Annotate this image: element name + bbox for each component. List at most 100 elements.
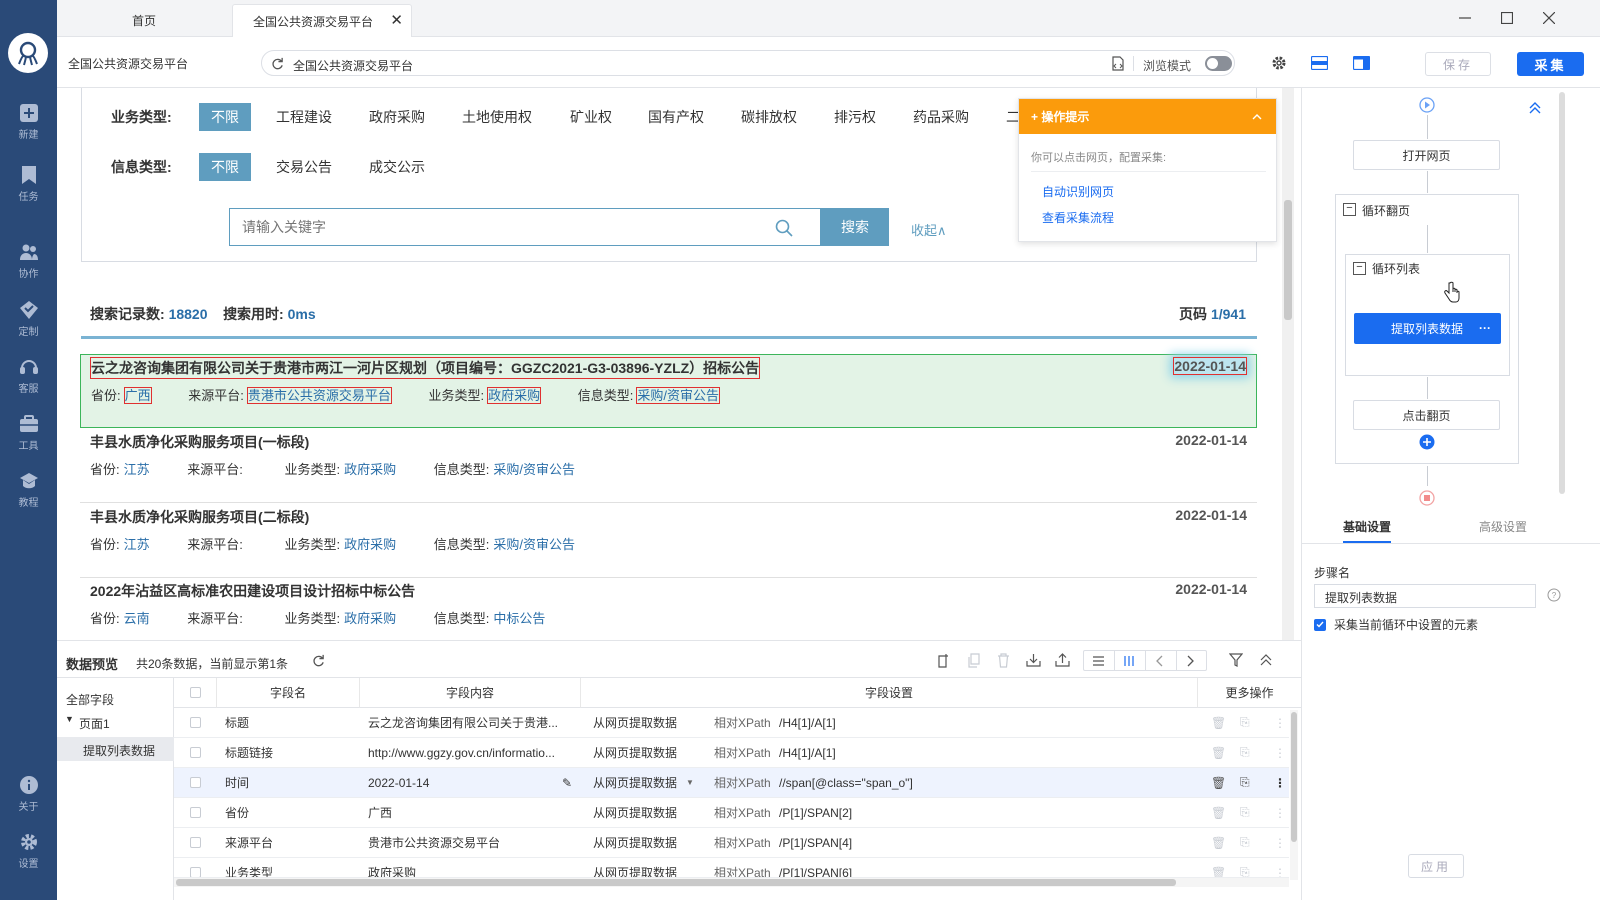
help-icon[interactable]: ? xyxy=(1547,588,1561,602)
table-row[interactable]: 标题链接 http://www.ggzy.gov.cn/informatio..… xyxy=(174,738,1289,768)
dropdown-caret-icon[interactable]: ▼ xyxy=(686,768,694,797)
biz-option[interactable]: 不限 xyxy=(199,103,251,131)
row-checkbox[interactable] xyxy=(190,777,201,788)
collapse-link[interactable]: 收起∧ xyxy=(911,220,947,239)
refresh-icon[interactable] xyxy=(271,57,284,70)
delete-icon[interactable]: 🗑 xyxy=(1211,738,1226,767)
biz-option[interactable]: 国有产权 xyxy=(648,107,704,127)
edit-xpath-icon[interactable]: ⎘ xyxy=(1240,828,1250,857)
clear-eraser-icon[interactable]: ✎ xyxy=(562,768,572,797)
checkbox-checked-icon[interactable] xyxy=(1314,618,1326,631)
table-hscrollbar[interactable] xyxy=(174,878,1289,887)
panel-right-icon[interactable] xyxy=(1353,56,1370,70)
nav-new[interactable]: 新建 xyxy=(0,103,57,153)
result-date[interactable]: 2022-01-14 xyxy=(1173,357,1247,375)
table-hscroll-thumb[interactable] xyxy=(176,879,1176,886)
province-value[interactable]: 江苏 xyxy=(124,462,150,477)
browse-mode-toggle[interactable] xyxy=(1205,56,1232,71)
column-view-icon[interactable] xyxy=(1123,655,1135,667)
more-vertical-icon[interactable]: ⋮ xyxy=(1274,798,1286,827)
biz-value[interactable]: 政府采购 xyxy=(344,462,396,477)
nav-tools[interactable]: 工具 xyxy=(0,414,57,464)
chevron-left-icon[interactable] xyxy=(1154,655,1166,667)
edit-xpath-icon[interactable]: ⎘ xyxy=(1240,858,1250,877)
result-item[interactable]: 丰县水质净化采购服务项目(一标段) 2022-01-14 省份: 江苏 来源平台:… xyxy=(80,429,1257,503)
info-option[interactable]: 交易公告 xyxy=(276,157,332,177)
step-extract-list[interactable]: 提取列表数据 ··· xyxy=(1354,313,1501,344)
list-view-icon[interactable] xyxy=(1092,655,1105,667)
edit-xpath-icon[interactable]: ⎘ xyxy=(1240,798,1250,827)
collect-loop-elements-option[interactable]: 采集当前循环中设置的元素 xyxy=(1314,616,1478,633)
tree-page[interactable]: 页面1 xyxy=(79,715,110,732)
province-value[interactable]: 江苏 xyxy=(124,537,150,552)
table-row[interactable]: 业务类型 政府采购 从网页提取数据 相对XPath /P[1]/SPAN[6] … xyxy=(174,858,1289,878)
info-option[interactable]: 成交公示 xyxy=(369,157,425,177)
field-source[interactable]: 从网页提取数据 xyxy=(593,708,677,737)
edit-xpath-icon[interactable]: ⎘ xyxy=(1240,738,1250,767)
more-vertical-icon[interactable]: ⋮ xyxy=(1274,768,1286,797)
delete-icon[interactable]: 🗑 xyxy=(1211,798,1226,827)
collect-button[interactable]: 采集 xyxy=(1517,52,1584,76)
biz-option[interactable]: 工程建设 xyxy=(276,107,332,127)
workflow-scroll-thumb[interactable] xyxy=(1559,92,1565,494)
delete-icon[interactable]: 🗑 xyxy=(1211,708,1226,737)
result-item[interactable]: 2022年沾益区高标准农田建设项目设计招标中标公告 2022-01-14 省份:… xyxy=(80,578,1257,640)
auto-detect-link[interactable]: 自动识别网页 xyxy=(1042,183,1114,200)
tab-basic-settings[interactable]: 基础设置 xyxy=(1343,518,1392,543)
edit-xpath-icon[interactable]: ⎘ xyxy=(1240,708,1250,737)
biz-option[interactable]: 政府采购 xyxy=(369,107,425,127)
result-title[interactable]: 2022年沾益区高标准农田建设项目设计招标中标公告 xyxy=(90,581,415,601)
info-option[interactable]: 不限 xyxy=(199,153,251,181)
row-checkbox[interactable] xyxy=(190,867,201,877)
search-icon[interactable] xyxy=(775,219,793,237)
step-name-input[interactable]: 提取列表数据 xyxy=(1314,584,1536,608)
address-bar[interactable]: 全国公共资源交易平台 浏览模式 xyxy=(261,50,1235,76)
add-field-icon[interactable] xyxy=(937,653,951,668)
caret-down-icon[interactable]: ▼ xyxy=(65,714,74,724)
refresh-icon[interactable] xyxy=(312,654,325,667)
webview-scrollbar[interactable] xyxy=(1282,88,1294,640)
nav-tutorial[interactable]: 教程 xyxy=(0,471,57,521)
step-open-page[interactable]: 打开网页 xyxy=(1353,140,1500,170)
table-row-selected[interactable]: 时间 2022-01-14 ✎ 从网页提取数据 ▼ 相对XPath //span… xyxy=(174,768,1289,798)
table-row[interactable]: 标题 云之龙咨询集团有限公司关于贵港... 从网页提取数据 相对XPath /H… xyxy=(174,708,1289,738)
delete-icon[interactable] xyxy=(997,653,1010,668)
biz-value[interactable]: 政府采购 xyxy=(344,611,396,626)
more-vertical-icon[interactable]: ⋮ xyxy=(1274,858,1286,878)
row-checkbox[interactable] xyxy=(190,747,201,758)
more-vertical-icon[interactable]: ⋮ xyxy=(1274,828,1286,857)
close-window-icon[interactable] xyxy=(1539,8,1559,28)
save-button[interactable]: 保存 xyxy=(1425,52,1491,76)
table-row[interactable]: 来源平台 贵港市公共资源交易平台 从网页提取数据 相对XPath /P[1]/S… xyxy=(174,828,1289,858)
row-checkbox[interactable] xyxy=(190,837,201,848)
add-step-icon[interactable] xyxy=(1419,434,1435,450)
delete-icon[interactable]: 🗑 xyxy=(1211,768,1226,797)
nav-about[interactable]: 关于 xyxy=(0,775,57,825)
tips-header[interactable]: + 操作提示 xyxy=(1019,99,1276,134)
biz-option[interactable]: 药品采购 xyxy=(913,107,969,127)
tree-extract[interactable]: 提取列表数据 xyxy=(83,742,155,759)
info-value[interactable]: 采购/资审公告 xyxy=(493,462,575,477)
delete-icon[interactable]: 🗑 xyxy=(1211,828,1226,857)
delete-icon[interactable]: 🗑 xyxy=(1211,858,1226,878)
table-vscroll-thumb[interactable] xyxy=(1291,712,1297,842)
chevron-right-icon[interactable] xyxy=(1184,655,1196,667)
xpath-value[interactable]: //span[@class="span_o"] xyxy=(779,768,913,797)
province-value[interactable]: 广西 xyxy=(123,387,152,404)
more-dots-icon[interactable]: ··· xyxy=(1479,321,1491,335)
field-source[interactable]: 从网页提取数据 xyxy=(593,858,677,877)
result-title[interactable]: 丰县水质净化采购服务项目(一标段) xyxy=(90,432,309,452)
field-source[interactable]: 从网页提取数据 xyxy=(593,798,677,827)
more-vertical-icon[interactable]: ⋮ xyxy=(1274,708,1286,737)
biz-option[interactable]: 碳排放权 xyxy=(741,107,797,127)
chevron-up-icon[interactable] xyxy=(1252,113,1262,120)
copy-icon[interactable] xyxy=(967,653,981,668)
workflow-scrollbar[interactable] xyxy=(1558,88,1566,498)
webview-scroll-thumb[interactable] xyxy=(1284,200,1292,320)
row-checkbox[interactable] xyxy=(190,807,201,818)
tree-all-fields[interactable]: 全部字段 xyxy=(66,691,114,708)
nav-settings[interactable]: 设置 xyxy=(0,832,57,882)
collapse-up-icon[interactable] xyxy=(1260,654,1272,666)
nav-service[interactable]: 客服 xyxy=(0,357,57,407)
tab-advanced-settings[interactable]: 高级设置 xyxy=(1479,518,1527,535)
